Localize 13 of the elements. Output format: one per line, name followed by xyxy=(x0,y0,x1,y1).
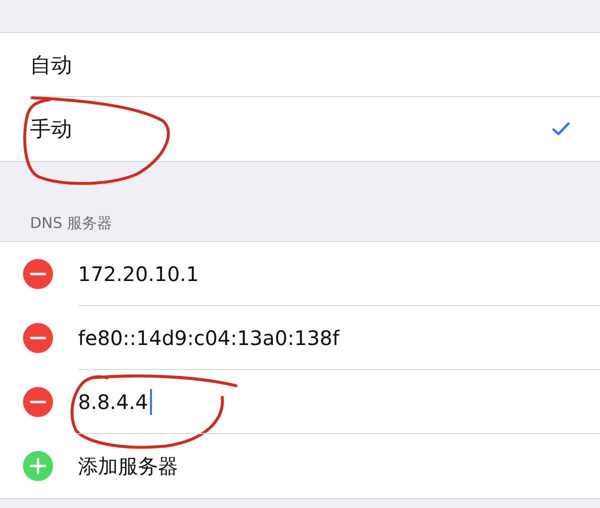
checkmark-icon xyxy=(552,122,570,136)
server-address-field[interactable]: fe80::14d9:c04:13a0:138f xyxy=(78,326,340,350)
remove-icon[interactable] xyxy=(23,323,53,353)
mode-option[interactable]: 自动 xyxy=(0,33,600,97)
remove-icon[interactable] xyxy=(23,387,53,417)
mode-label: 手动 xyxy=(30,116,72,143)
mode-label: 自动 xyxy=(30,52,72,79)
add-server-button[interactable]: 添加服务器 xyxy=(78,452,178,480)
mode-option[interactable]: 手动 xyxy=(0,97,600,161)
server-address-field[interactable]: 8.8.4.4 xyxy=(78,389,152,415)
server-address-field[interactable]: 172.20.10.1 xyxy=(78,262,199,286)
section-header: DNS 服务器 xyxy=(30,214,112,233)
remove-icon[interactable] xyxy=(23,259,53,289)
